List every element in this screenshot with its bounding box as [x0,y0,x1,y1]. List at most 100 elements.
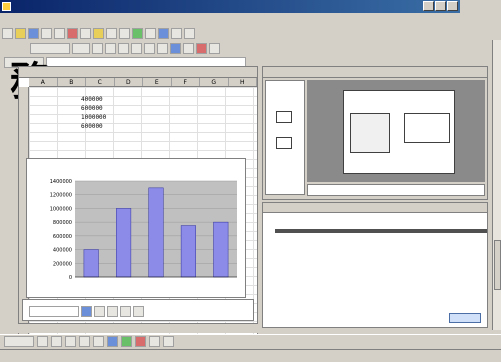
cell-value[interactable]: 400000 [81,96,103,103]
standard-toolbar [2,26,195,40]
save-icon[interactable] [28,27,39,39]
chart-bar [148,187,164,278]
fill-color-icon[interactable] [121,336,132,347]
italic-icon[interactable] [105,42,116,54]
align-left-icon[interactable] [131,42,142,54]
drawing-toolbar [0,334,501,348]
align-right-icon[interactable] [157,42,168,54]
notes-pane-title [263,203,487,213]
column-header[interactable]: F [172,78,200,86]
bar-chart: 1400000 1200000 1000000 800000 600000 400000 2… [50,179,237,281]
chart-bar [213,221,229,278]
slide-footer [307,184,485,196]
border-icon[interactable] [209,42,220,54]
status-bar [0,349,501,362]
scroll-thumb[interactable] [494,240,501,290]
chart-object-select[interactable] [29,305,79,317]
open-icon[interactable] [15,27,26,39]
shadow-icon[interactable] [149,336,160,347]
column-header[interactable]: B [58,78,86,86]
column-header[interactable]: C [86,78,115,86]
font-select[interactable] [30,42,70,54]
font-size-select[interactable] [72,42,90,54]
slide-pane [262,66,488,200]
slide-chart-image[interactable] [350,113,390,153]
slide-text-box[interactable] [404,113,450,143]
app-icon [2,2,11,11]
window-controls [423,1,458,11]
column-header[interactable]: E [143,78,172,86]
y-tick-label: 400000 [53,248,72,254]
bullets-icon[interactable] [170,42,181,54]
embedded-chart[interactable]: 1400000 1200000 1000000 800000 600000 400000 2… [26,158,246,298]
redo-icon[interactable] [119,27,130,39]
minimize-button[interactable] [423,1,434,11]
slide-pane-title [263,67,487,78]
chart-bar [83,249,99,278]
menu-bar [0,13,470,25]
bold-icon[interactable] [92,42,103,54]
line-color-icon[interactable] [135,336,146,347]
ellipse-icon[interactable] [93,336,104,347]
legend-icon[interactable] [94,305,105,317]
table-icon[interactable] [145,27,156,39]
font-color-icon[interactable] [196,42,207,54]
arrow-icon[interactable] [65,336,76,347]
paste-icon[interactable] [93,27,104,39]
notes-action-button[interactable] [449,313,481,323]
y-tick-label: 1400000 [50,179,72,185]
slide-thumbnail[interactable] [276,111,292,123]
y-tick-label: 800000 [53,220,72,226]
formatting-toolbar [30,41,220,55]
chart-type-icon[interactable] [81,305,92,317]
undo-icon[interactable] [106,27,117,39]
indent-icon[interactable] [183,42,194,54]
data-table-icon[interactable] [107,305,118,317]
chart-icon[interactable] [132,27,143,39]
app-window: 務 A B C D E F G H 400000 600000 1000000 … [0,0,501,362]
underline-icon[interactable] [118,42,129,54]
insert-icon[interactable] [158,27,169,39]
cell-value[interactable]: 1000000 [81,114,106,121]
cell-value[interactable]: 600000 [81,105,103,112]
column-headers: A B C D E F G H [29,78,257,87]
column-header[interactable]: H [229,78,257,86]
column-header[interactable]: D [115,78,143,86]
align-center-icon[interactable] [144,42,155,54]
by-row-icon[interactable] [120,305,131,317]
line-icon[interactable] [51,336,62,347]
y-tick-label: 600000 [53,234,72,240]
slide-thumbnails [265,80,305,195]
help-icon[interactable] [184,27,195,39]
new-icon[interactable] [2,27,13,39]
draw-menu-button[interactable] [4,336,34,347]
chart-bar [116,208,132,278]
vertical-scrollbar[interactable] [492,40,501,330]
column-header[interactable]: A [29,78,58,86]
sheet-tabs[interactable] [18,323,258,333]
notes-pane [262,202,488,328]
cell-value[interactable]: 600000 [81,123,103,130]
cut-icon[interactable] [67,27,78,39]
slide[interactable] [343,90,455,174]
y-tick-label: 0 [69,275,72,281]
preview-icon[interactable] [54,27,65,39]
copy-icon[interactable] [80,27,91,39]
close-button[interactable] [447,1,458,11]
slide-canvas [307,80,485,182]
by-column-icon[interactable] [133,305,144,317]
textbox-icon[interactable] [107,336,118,347]
select-arrow-icon[interactable] [37,336,48,347]
chart-bar [180,225,196,278]
notes-header-bar [275,229,487,233]
zoom-icon[interactable] [171,27,182,39]
maximize-button[interactable] [435,1,446,11]
spreadsheet-pane-title [19,67,257,78]
column-header[interactable]: G [200,78,229,86]
3d-icon[interactable] [163,336,174,347]
print-icon[interactable] [41,27,52,39]
slide-thumbnail[interactable] [276,137,292,149]
rectangle-icon[interactable] [79,336,90,347]
chart-toolbar [22,299,254,321]
y-tick-label: 1200000 [50,193,72,199]
